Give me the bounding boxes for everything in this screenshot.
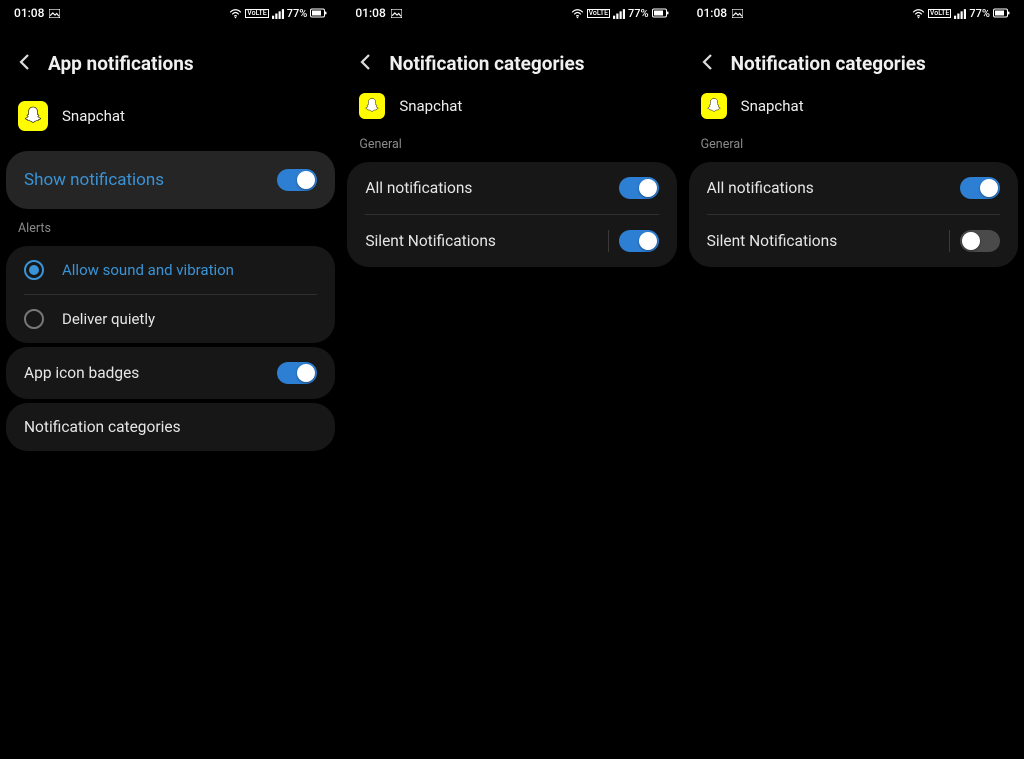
battery-pct: 77% <box>628 7 649 20</box>
app-icon-badges-label: App icon badges <box>24 364 139 382</box>
silent-notifications-label: Silent Notifications <box>707 232 838 250</box>
all-notifications-row[interactable]: All notifications <box>689 162 1018 214</box>
deliver-quietly-label: Deliver quietly <box>62 310 155 328</box>
screen-notification-categories-on: 01:08 VoLTE 77% Notification categories … <box>341 0 682 759</box>
chevron-left-icon <box>357 53 375 71</box>
snapchat-icon <box>18 101 48 131</box>
wifi-icon <box>229 8 242 19</box>
battery-pct: 77% <box>969 7 990 20</box>
signal-icon <box>272 8 284 19</box>
silent-notifications-toggle[interactable] <box>619 230 659 252</box>
page-title: App notifications <box>48 52 194 75</box>
screen-app-notifications: 01:08 VoLTE 77% App notifications Snapch… <box>0 0 341 759</box>
app-row: Snapchat <box>683 93 1024 129</box>
battery-icon <box>993 8 1010 18</box>
silent-notifications-toggle[interactable] <box>960 230 1000 252</box>
back-button[interactable] <box>16 53 34 75</box>
all-notifications-toggle[interactable] <box>619 177 659 199</box>
chevron-left-icon <box>16 53 34 71</box>
deliver-quietly-row[interactable]: Deliver quietly <box>6 295 335 343</box>
status-bar: 01:08 VoLTE 77% <box>0 0 341 24</box>
app-icon-badges-toggle[interactable] <box>277 362 317 384</box>
status-bar: 01:08 VoLTE 77% <box>683 0 1024 24</box>
page-title: Notification categories <box>731 52 926 75</box>
volte-label: VoLTE <box>245 9 268 18</box>
alerts-card: Allow sound and vibration Deliver quietl… <box>6 246 335 343</box>
chevron-left-icon <box>699 53 717 71</box>
divider-vertical <box>608 230 609 252</box>
page-header: Notification categories <box>341 24 682 93</box>
volte-label: VoLTE <box>587 9 610 18</box>
show-notifications-card[interactable]: Show notifications <box>6 151 335 209</box>
radio-unselected-icon <box>24 309 44 329</box>
volte-label: VoLTE <box>928 9 951 18</box>
back-button[interactable] <box>357 53 375 75</box>
allow-sound-row[interactable]: Allow sound and vibration <box>6 246 335 294</box>
app-name: Snapchat <box>741 97 804 115</box>
status-time: 01:08 <box>697 6 727 20</box>
status-time: 01:08 <box>14 6 44 20</box>
categories-card: All notifications Silent Notifications <box>689 162 1018 267</box>
general-section-label: General <box>683 129 1024 158</box>
notification-categories-card[interactable]: Notification categories <box>6 403 335 451</box>
page-header: App notifications <box>0 24 341 93</box>
signal-icon <box>954 8 966 19</box>
snapchat-icon <box>359 93 385 119</box>
categories-card: All notifications Silent Notifications <box>347 162 676 267</box>
radio-selected-icon <box>24 260 44 280</box>
battery-pct: 77% <box>287 7 308 20</box>
silent-notifications-row[interactable]: Silent Notifications <box>689 215 1018 267</box>
page-header: Notification categories <box>683 24 1024 93</box>
battery-icon <box>310 8 327 18</box>
silent-notifications-label: Silent Notifications <box>365 232 496 250</box>
battery-icon <box>652 8 669 18</box>
all-notifications-toggle[interactable] <box>960 177 1000 199</box>
picture-icon <box>732 9 743 18</box>
app-name: Snapchat <box>62 107 125 125</box>
all-notifications-label: All notifications <box>365 179 472 197</box>
notification-categories-label: Notification categories <box>24 418 181 436</box>
divider-vertical <box>949 230 950 252</box>
picture-icon <box>391 9 402 18</box>
allow-sound-label: Allow sound and vibration <box>62 261 234 279</box>
signal-icon <box>613 8 625 19</box>
app-name: Snapchat <box>399 97 462 115</box>
alerts-section-label: Alerts <box>0 213 341 242</box>
show-notifications-label: Show notifications <box>24 170 164 190</box>
show-notifications-toggle[interactable] <box>277 169 317 191</box>
app-icon-badges-card[interactable]: App icon badges <box>6 347 335 399</box>
screen-notification-categories-off: 01:08 VoLTE 77% Notification categories … <box>683 0 1024 759</box>
wifi-icon <box>571 8 584 19</box>
general-section-label: General <box>341 129 682 158</box>
wifi-icon <box>912 8 925 19</box>
picture-icon <box>49 9 60 18</box>
app-row: Snapchat <box>0 93 341 147</box>
page-title: Notification categories <box>389 52 584 75</box>
all-notifications-row[interactable]: All notifications <box>347 162 676 214</box>
silent-notifications-row[interactable]: Silent Notifications <box>347 215 676 267</box>
snapchat-icon <box>701 93 727 119</box>
status-time: 01:08 <box>355 6 385 20</box>
app-row: Snapchat <box>341 93 682 129</box>
status-bar: 01:08 VoLTE 77% <box>341 0 682 24</box>
back-button[interactable] <box>699 53 717 75</box>
all-notifications-label: All notifications <box>707 179 814 197</box>
